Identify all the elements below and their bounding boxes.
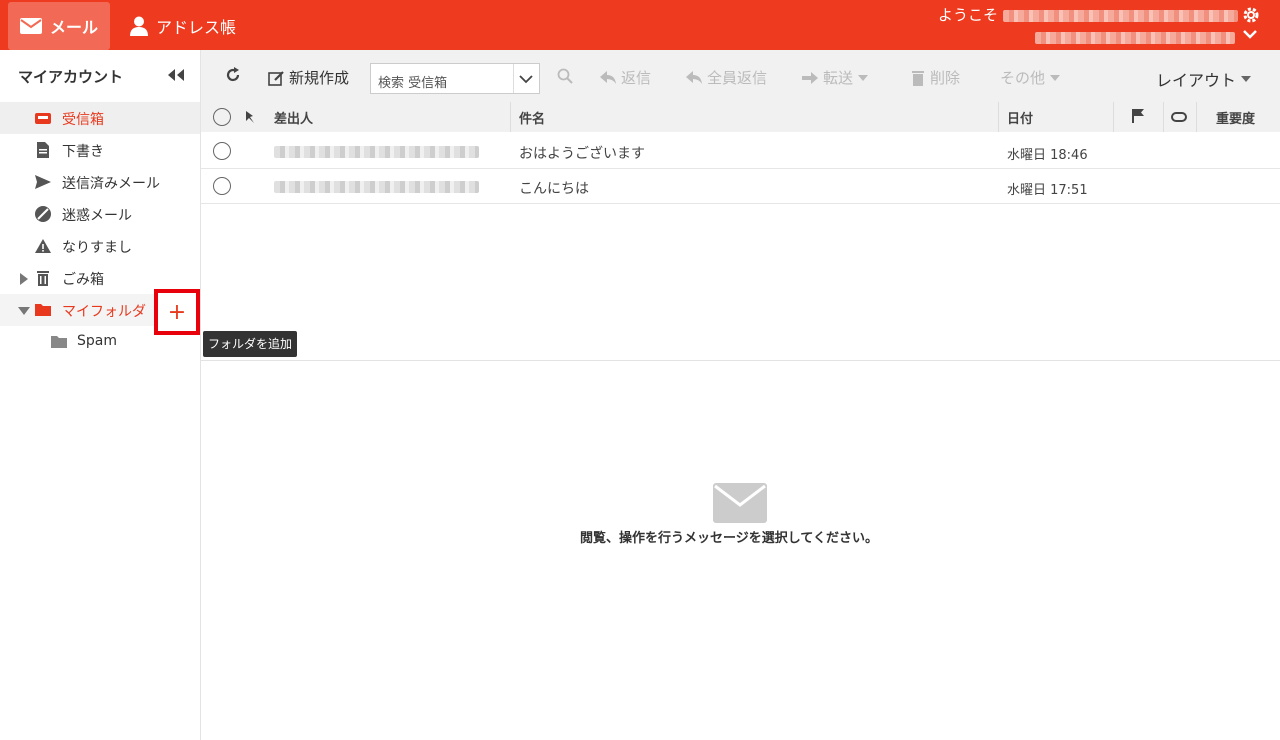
search-icon [557,68,573,84]
paperclip-icon[interactable] [1171,112,1187,122]
refresh-icon [226,67,240,82]
add-folder-tooltip: フォルダを追加 [203,331,298,357]
reply-all-icon [686,70,702,84]
reply-button[interactable]: 返信 [600,67,651,88]
address-book-tab-label: アドレス帳 [156,18,237,37]
search-scope-dropdown[interactable] [513,64,539,93]
folder-label: マイフォルダ [62,304,146,320]
forward-arrow-icon [802,71,818,84]
folder-label: Spam [77,333,117,349]
refresh-button[interactable] [225,67,241,83]
column-priority[interactable]: 重要度 [1216,108,1255,127]
welcome-text: ようこそ [938,4,1238,25]
folder-open-icon [35,304,51,316]
delete-label: 削除 [930,69,961,87]
folder-sent[interactable]: 送信済みメール [0,166,200,198]
pane-divider[interactable] [201,360,1280,361]
mail-tab-label: メール [50,18,99,37]
sidebar: マイアカウント 受信箱 下書き 送信済みメール 迷惑メール なりすまし ごみ箱 … [0,50,201,740]
chevron-down-icon [519,75,533,84]
folder-spoofing[interactable]: なりすまし [0,230,200,262]
trash-icon [37,271,49,286]
expand-arrow-icon[interactable] [19,273,29,285]
search-box[interactable]: 検索 受信箱 [370,63,540,94]
top-bar: メール アドレス帳 ようこそ [0,0,1280,50]
add-folder-button[interactable]: + [154,289,200,335]
message-row[interactable]: こんにちは 水曜日 17:51 [201,169,1280,204]
envelope-icon [713,483,767,523]
column-date[interactable]: 日付 [1007,108,1033,127]
sidebar-title: マイアカウント [18,68,124,86]
sender-blurred [274,146,479,158]
person-icon [130,16,148,36]
row-checkbox[interactable] [213,142,231,160]
select-all-checkbox[interactable] [213,108,231,126]
warning-icon [35,239,51,253]
folder-inbox[interactable]: 受信箱 [0,102,200,134]
compose-icon [268,70,284,86]
welcome-label: ようこそ [938,6,999,24]
gear-icon[interactable] [1242,6,1260,24]
caret-down-icon [1241,76,1252,82]
message-list-header: 差出人 件名 日付 重要度 [201,102,1280,132]
compose-button[interactable]: 新規作成 [268,67,349,88]
reply-icon [600,70,616,84]
chevron-down-icon[interactable] [1242,28,1258,40]
reply-all-label: 全員返信 [707,69,768,87]
collapse-sidebar-icon[interactable] [166,68,186,82]
column-subject[interactable]: 件名 [519,108,545,127]
envelope-icon [20,18,42,34]
delete-button[interactable]: 削除 [911,67,960,88]
message-subject: こんにちは [519,181,589,197]
column-from[interactable]: 差出人 [274,108,313,127]
account-id-blurred [1002,9,1238,22]
layout-button[interactable]: レイアウト [1156,67,1252,91]
folder-drafts[interactable]: 下書き [0,134,200,166]
layout-label: レイアウト [1156,71,1237,90]
search-button[interactable] [557,68,573,84]
folder-spam[interactable]: 迷惑メール [0,198,200,230]
address-book-tab[interactable]: アドレス帳 [118,2,248,50]
message-date: 水曜日 17:51 [1007,183,1088,198]
more-label: その他 [1000,69,1046,87]
forward-label: 転送 [823,69,854,87]
folder-label: 受信箱 [62,112,104,128]
pin-icon[interactable] [244,110,256,124]
search-input[interactable]: 検索 受信箱 [378,72,447,91]
send-icon [35,175,51,189]
compose-label: 新規作成 [289,69,350,87]
message-date: 水曜日 18:46 [1007,148,1088,163]
account-email-blurred [1035,30,1235,46]
reply-all-button[interactable]: 全員返信 [686,67,767,88]
forward-button[interactable]: 転送 [802,67,869,88]
flag-icon[interactable] [1132,109,1144,123]
caret-down-icon [858,74,869,81]
folder-label: なりすまし [62,240,132,256]
trash-icon [912,70,924,86]
collapse-arrow-icon[interactable] [18,306,30,316]
folder-label: 送信済みメール [62,176,160,192]
preview-empty-message: 閲覧、操作を行うメッセージを選択してください。 [580,531,878,546]
inbox-icon [35,113,51,124]
row-checkbox[interactable] [213,177,231,195]
folder-icon [51,336,67,348]
message-subject: おはようございます [519,146,645,162]
mail-tab[interactable]: メール [8,2,111,50]
plus-icon: + [167,299,187,325]
document-icon [37,142,49,158]
folder-label: ごみ箱 [62,272,104,288]
folder-label: 下書き [62,144,104,160]
block-icon [35,206,51,222]
message-row[interactable]: おはようございます 水曜日 18:46 [201,134,1280,169]
reply-label: 返信 [621,69,652,87]
toolbar: 新規作成 検索 受信箱 返信 全員返信 転送 削除 その他 レイアウト [201,50,1280,102]
caret-down-icon [1050,74,1061,81]
more-button[interactable]: その他 [1000,67,1061,88]
folder-label: 迷惑メール [62,208,132,224]
sender-blurred [274,181,479,193]
